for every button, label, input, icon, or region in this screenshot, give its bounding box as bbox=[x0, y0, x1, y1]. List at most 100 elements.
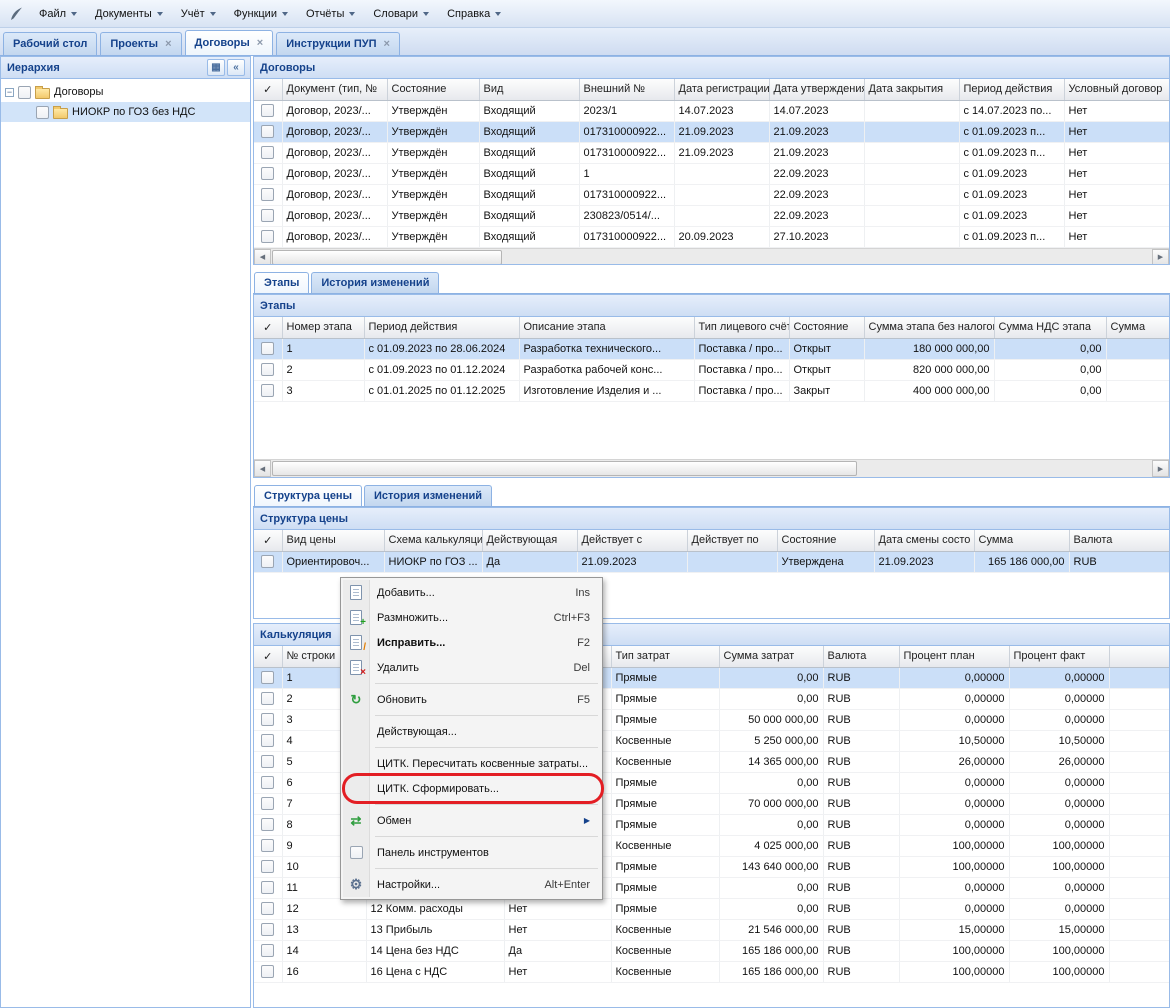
menubar-item[interactable]: Справка bbox=[438, 4, 510, 24]
context-menu-item[interactable]: ↻ОбновитьF5 bbox=[343, 687, 600, 712]
table-row[interactable]: Договор, 2023/...УтверждёнВходящий017310… bbox=[254, 142, 1169, 163]
column-header[interactable]: Сумма затрат bbox=[719, 646, 823, 667]
column-header[interactable]: Период действия bbox=[959, 79, 1064, 100]
inner-tab[interactable]: Структура цены bbox=[254, 485, 362, 506]
row-checkbox[interactable] bbox=[261, 902, 274, 915]
row-checkbox[interactable] bbox=[261, 755, 274, 768]
table-row[interactable]: 1212 Комм. расходыНетПрямые0,00RUB0,0000… bbox=[254, 898, 1169, 919]
row-checkbox[interactable] bbox=[261, 146, 274, 159]
column-header[interactable]: Состояние bbox=[789, 317, 864, 338]
table-row[interactable]: Договор, 2023/...УтверждёнВходящий017310… bbox=[254, 226, 1169, 247]
context-menu-item[interactable]: Действующая... bbox=[343, 719, 600, 744]
column-header[interactable]: Схема калькуляци bbox=[384, 530, 482, 551]
table-row[interactable]: Договор, 2023/...УтверждёнВходящий2023/1… bbox=[254, 100, 1169, 121]
inner-tab[interactable]: История изменений bbox=[311, 272, 439, 293]
table-row[interactable]: Ориентировоч...НИОКР по ГОЗ ...Да21.09.2… bbox=[254, 551, 1169, 572]
context-menu-item[interactable]: Панель инструментов bbox=[343, 840, 600, 865]
column-header[interactable]: Условный договор bbox=[1064, 79, 1169, 100]
row-checkbox[interactable] bbox=[261, 209, 274, 222]
menubar-item[interactable]: Файл bbox=[30, 4, 86, 24]
column-header[interactable]: Дата смены состо bbox=[874, 530, 974, 551]
hierarchy-grid-view-button[interactable]: ▦ bbox=[207, 59, 225, 76]
table-row[interactable]: 1с 01.09.2023 по 28.06.2024Разработка те… bbox=[254, 338, 1169, 359]
inner-tab[interactable]: История изменений bbox=[364, 485, 492, 506]
row-checkbox[interactable] bbox=[261, 965, 274, 978]
column-header[interactable]: Описание этапа bbox=[519, 317, 694, 338]
table-row[interactable]: 1313 ПрибыльНетКосвенные21 546 000,00RUB… bbox=[254, 919, 1169, 940]
row-checkbox[interactable] bbox=[261, 923, 274, 936]
table-row[interactable]: Договор, 2023/...УтверждёнВходящий017310… bbox=[254, 184, 1169, 205]
row-checkbox[interactable] bbox=[261, 860, 274, 873]
column-header[interactable]: Процент факт bbox=[1009, 646, 1109, 667]
row-checkbox[interactable] bbox=[261, 104, 274, 117]
tab[interactable]: Проекты× bbox=[100, 32, 181, 55]
column-header[interactable]: Вид цены bbox=[282, 530, 384, 551]
column-header[interactable]: Внешний № bbox=[579, 79, 674, 100]
scroll-thumb[interactable] bbox=[272, 461, 857, 476]
column-header[interactable]: Сумма этапа без налогов bbox=[864, 317, 994, 338]
tab[interactable]: Инструкции ПУП× bbox=[276, 32, 400, 55]
hierarchy-collapse-button[interactable]: « bbox=[227, 59, 245, 76]
tree-expander-icon[interactable]: − bbox=[5, 88, 14, 97]
row-checkbox[interactable] bbox=[261, 839, 274, 852]
context-menu-item[interactable]: Добавить...Ins bbox=[343, 580, 600, 605]
column-header[interactable]: Валюта bbox=[823, 646, 899, 667]
checkbox-icon[interactable] bbox=[350, 846, 363, 859]
tab-close-icon[interactable]: × bbox=[257, 38, 263, 49]
column-header[interactable]: Сумма bbox=[974, 530, 1069, 551]
column-header[interactable]: Номер этапа bbox=[282, 317, 364, 338]
stages-hscrollbar[interactable]: ◀ ▶ bbox=[254, 459, 1169, 477]
column-header[interactable]: Состояние bbox=[387, 79, 479, 100]
table-row[interactable]: 2с 01.09.2023 по 01.12.2024Разработка ра… bbox=[254, 359, 1169, 380]
row-checkbox[interactable] bbox=[261, 713, 274, 726]
row-checkbox[interactable] bbox=[261, 363, 274, 376]
column-header[interactable]: ✓ bbox=[254, 317, 282, 338]
menubar-item[interactable]: Функции bbox=[225, 4, 297, 24]
table-row[interactable]: 1414 Цена без НДСДаКосвенные165 186 000,… bbox=[254, 940, 1169, 961]
column-header[interactable] bbox=[1109, 646, 1169, 667]
column-header[interactable]: ✓ bbox=[254, 79, 282, 100]
table-row[interactable]: Договор, 2023/...УтверждёнВходящий017310… bbox=[254, 121, 1169, 142]
column-header[interactable]: Сумма НДС этапа bbox=[994, 317, 1106, 338]
row-checkbox[interactable] bbox=[261, 188, 274, 201]
context-menu-item[interactable]: +Размножить...Ctrl+F3 bbox=[343, 605, 600, 630]
context-menu-item[interactable]: ЦИТК. Сформировать... bbox=[343, 776, 600, 801]
row-checkbox[interactable] bbox=[261, 230, 274, 243]
column-header[interactable]: Дата закрытия bbox=[864, 79, 959, 100]
column-header[interactable]: Тип лицевого счёт bbox=[694, 317, 789, 338]
context-menu-item[interactable]: ×УдалитьDel bbox=[343, 655, 600, 680]
contracts-hscrollbar[interactable]: ◀ ▶ bbox=[254, 248, 1169, 266]
tree-checkbox[interactable] bbox=[18, 86, 31, 99]
menubar-item[interactable]: Документы bbox=[86, 4, 172, 24]
table-row[interactable]: 3с 01.01.2025 по 01.12.2025Изготовление … bbox=[254, 380, 1169, 401]
row-checkbox[interactable] bbox=[261, 881, 274, 894]
column-header[interactable]: Действующая bbox=[482, 530, 577, 551]
tab-close-icon[interactable]: × bbox=[165, 39, 171, 50]
column-header[interactable]: ✓ bbox=[254, 646, 282, 667]
row-checkbox[interactable] bbox=[261, 342, 274, 355]
tree-checkbox[interactable] bbox=[36, 106, 49, 119]
column-header[interactable]: Валюта bbox=[1069, 530, 1169, 551]
column-header[interactable]: Действует по bbox=[687, 530, 777, 551]
context-menu-item[interactable]: /Исправить...F2 bbox=[343, 630, 600, 655]
scroll-left-button[interactable]: ◀ bbox=[254, 249, 271, 266]
table-row[interactable]: Договор, 2023/...УтверждёнВходящий230823… bbox=[254, 205, 1169, 226]
row-checkbox[interactable] bbox=[261, 384, 274, 397]
row-checkbox[interactable] bbox=[261, 776, 274, 789]
tab-close-icon[interactable]: × bbox=[384, 39, 390, 50]
row-checkbox[interactable] bbox=[261, 818, 274, 831]
tree-node[interactable]: НИОКР по ГОЗ без НДС bbox=[1, 102, 250, 122]
context-menu-item[interactable]: ЦИТК. Пересчитать косвенные затраты... bbox=[343, 751, 600, 776]
scroll-right-button[interactable]: ▶ bbox=[1152, 460, 1169, 477]
column-header[interactable]: Дата утверждения bbox=[769, 79, 864, 100]
menubar-item[interactable]: Отчёты bbox=[297, 4, 364, 24]
column-header[interactable]: ✓ bbox=[254, 530, 282, 551]
column-header[interactable]: Период действия bbox=[364, 317, 519, 338]
column-header[interactable]: Документ (тип, № bbox=[282, 79, 387, 100]
table-row[interactable]: Договор, 2023/...УтверждёнВходящий122.09… bbox=[254, 163, 1169, 184]
column-header[interactable]: Действует с bbox=[577, 530, 687, 551]
row-checkbox[interactable] bbox=[261, 944, 274, 957]
column-header[interactable]: Тип затрат bbox=[611, 646, 719, 667]
column-header[interactable]: Дата регистрации bbox=[674, 79, 769, 100]
row-checkbox[interactable] bbox=[261, 125, 274, 138]
